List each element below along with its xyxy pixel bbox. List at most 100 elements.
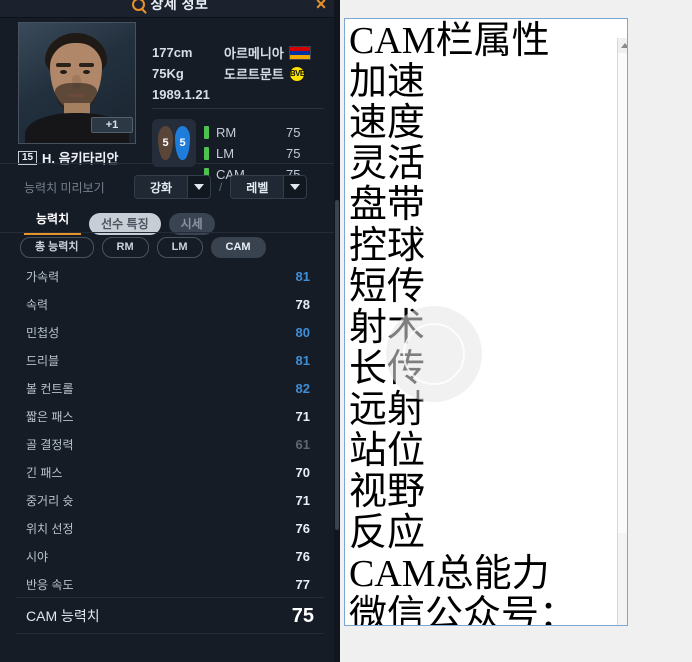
stat-value: 78 bbox=[295, 296, 310, 312]
level-dropdown[interactable]: 레벨 bbox=[230, 175, 308, 199]
position-label: LM bbox=[216, 146, 235, 161]
bio-divider bbox=[152, 108, 324, 109]
tabs-underline bbox=[0, 232, 340, 233]
bio-row-height-nationality: 177cm 아르메니아 bbox=[152, 42, 327, 63]
stats-list: 가속력 81 속력 78 민첩성 80 드리블 81 볼 컨트롤 82 짧은 패… bbox=[0, 262, 340, 598]
subtab-total[interactable]: 총 능력치 bbox=[20, 237, 94, 258]
panel-scrollbar-thumb[interactable] bbox=[335, 200, 339, 530]
stat-row: 속력 78 bbox=[0, 290, 340, 318]
main-tabs: 능력치 선수 특징 시세 bbox=[24, 208, 215, 235]
stat-value: 81 bbox=[295, 352, 310, 368]
stat-label: 긴 패스 bbox=[26, 465, 63, 480]
enhance-dropdown-value: 강화 bbox=[149, 180, 173, 195]
portrait-eye-left bbox=[60, 70, 67, 74]
tab-abilities[interactable]: 능력치 bbox=[24, 208, 82, 235]
text-line: 控球 bbox=[349, 225, 426, 267]
total-rating-label: CAM 능력치 bbox=[26, 608, 100, 624]
position-subtabs: 총 능력치 RM LM CAM bbox=[20, 237, 266, 258]
stat-row: 골 결정력 61 bbox=[0, 430, 340, 458]
stat-label: 볼 컨트롤 bbox=[26, 381, 74, 396]
stat-label: 민첩성 bbox=[26, 325, 60, 340]
bio-row-weight-club: 75Kg 도르트문트 BVB bbox=[152, 63, 327, 84]
text-lines: CAM栏属性 加速 速度 灵活 盘带 控球 短传 射术 长传 远射 站位 视野 … bbox=[349, 21, 627, 626]
player-club: 도르트문트 bbox=[224, 67, 284, 82]
stat-label: 반응 속도 bbox=[26, 577, 74, 592]
stat-label: 위치 선정 bbox=[26, 521, 74, 536]
stat-label: 속력 bbox=[26, 297, 49, 312]
weak-foot-icon: 5 bbox=[158, 126, 173, 160]
player-bio: 177cm 아르메니아 75Kg 도르트문트 BVB 1989.1.21 bbox=[152, 42, 327, 105]
stat-value: 71 bbox=[295, 408, 310, 424]
subtab-cam[interactable]: CAM bbox=[210, 237, 266, 258]
chevron-down-icon bbox=[283, 176, 307, 198]
text-line: 反应 bbox=[349, 512, 426, 554]
text-line: 加速 bbox=[349, 61, 426, 103]
player-nationality-wrap: 아르메니아 bbox=[224, 43, 311, 62]
stat-row: 위치 선정 76 bbox=[0, 514, 340, 542]
flag-icon-armenia bbox=[288, 45, 311, 60]
portrait-brow-left bbox=[56, 63, 71, 67]
total-divider-bottom bbox=[16, 633, 324, 634]
text-line: 短传 bbox=[349, 266, 426, 308]
text-line: 站位 bbox=[349, 430, 426, 472]
close-icon[interactable]: × bbox=[312, 0, 330, 13]
player-nationality: 아르메니아 bbox=[224, 46, 284, 61]
stat-value: 61 bbox=[295, 436, 310, 452]
stat-value: 77 bbox=[295, 576, 310, 592]
stat-row: 긴 패스 70 bbox=[0, 458, 340, 486]
window-title-bar: 상세 정보 × bbox=[0, 0, 340, 18]
total-divider-top bbox=[16, 597, 324, 598]
scroll-up-icon[interactable] bbox=[618, 38, 627, 53]
stat-row: 드리블 81 bbox=[0, 346, 340, 374]
total-rating-value: 75 bbox=[291, 604, 314, 627]
stat-row: 가속력 81 bbox=[0, 262, 340, 290]
upgrade-badge: +1 bbox=[91, 117, 133, 133]
enhance-dropdown[interactable]: 강화 bbox=[134, 175, 211, 199]
stat-row: 시야 76 bbox=[0, 542, 340, 570]
text-area[interactable]: CAM栏属性 加速 速度 灵活 盘带 控球 短传 射术 长传 远射 站位 视野 … bbox=[344, 18, 628, 626]
text-line: 速度 bbox=[349, 102, 426, 144]
text-scrollbar-thumb[interactable] bbox=[618, 53, 627, 533]
stat-label: 드리블 bbox=[26, 353, 60, 368]
stat-row: 짧은 패스 71 bbox=[0, 402, 340, 430]
text-line: 远射 bbox=[349, 389, 426, 431]
player-header: +1 15 H. 음키타리안 177cm 아르메니아 75Kg 도르트문트 BV… bbox=[0, 18, 340, 182]
level-dropdown-value: 레벨 bbox=[246, 180, 269, 195]
player-club-wrap: 도르트문트 BVB bbox=[224, 64, 306, 83]
stat-row: 반응 속도 77 bbox=[0, 570, 340, 598]
text-line: 射术 bbox=[349, 307, 426, 349]
portrait-brow-right bbox=[79, 63, 94, 67]
portrait-mouth bbox=[69, 94, 84, 97]
stat-label: 골 결정력 bbox=[26, 437, 74, 452]
window-title: 상세 정보 bbox=[150, 0, 209, 12]
bio-row-birthdate: 1989.1.21 bbox=[152, 84, 327, 105]
stat-preview-row: 능력치 미리보기 강화 / 레벨 bbox=[0, 170, 340, 204]
text-scrollbar[interactable] bbox=[617, 38, 627, 625]
player-name: H. 음키타리안 bbox=[42, 151, 119, 166]
subtab-lm[interactable]: LM bbox=[156, 237, 203, 258]
position-value: 75 bbox=[286, 146, 301, 161]
stat-row: 민첩성 80 bbox=[0, 318, 340, 346]
stat-label: 짧은 패스 bbox=[26, 409, 74, 424]
stat-row: 중거리 슛 71 bbox=[0, 486, 340, 514]
player-weight: 75Kg bbox=[152, 66, 184, 81]
player-portrait: +1 bbox=[18, 22, 136, 144]
position-bar-icon bbox=[204, 126, 209, 139]
text-line: CAM栏属性 bbox=[349, 20, 550, 62]
stat-value: 76 bbox=[295, 520, 310, 536]
search-icon bbox=[131, 0, 145, 11]
text-line: 长传 bbox=[349, 348, 426, 390]
stat-row: 볼 컨트롤 82 bbox=[0, 374, 340, 402]
stat-value: 71 bbox=[295, 492, 310, 508]
text-line: 微信公众号： bbox=[349, 594, 578, 626]
text-line: 盘带 bbox=[349, 184, 426, 226]
stat-value: 70 bbox=[295, 464, 310, 480]
position-row: RM 75 bbox=[204, 122, 300, 143]
subtab-rm[interactable]: RM bbox=[101, 237, 149, 258]
position-bar-icon bbox=[204, 147, 209, 160]
total-rating-row: CAM 능력치 75 bbox=[0, 600, 340, 632]
player-name-row: 15 H. 음키타리안 bbox=[18, 148, 118, 167]
position-row: LM 75 bbox=[204, 143, 300, 164]
text-line: CAM总能力 bbox=[349, 553, 550, 595]
player-height: 177cm bbox=[152, 45, 193, 60]
